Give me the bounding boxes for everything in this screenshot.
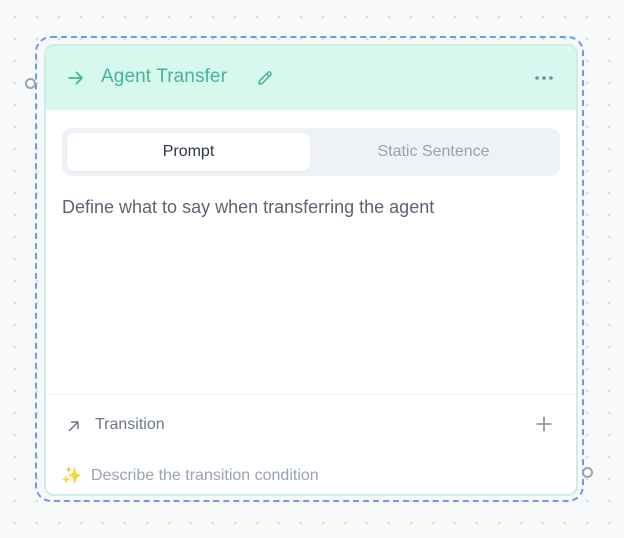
- node-header: Agent Transfer: [46, 46, 576, 110]
- agent-transfer-node[interactable]: Agent Transfer Prompt Static Sentence De…: [44, 44, 578, 496]
- sparkles-icon: ✨: [61, 466, 83, 485]
- arrow-right-icon: [68, 71, 83, 85]
- more-horizontal-icon[interactable]: [532, 68, 556, 88]
- plus-icon[interactable]: [534, 414, 554, 434]
- tab-static-sentence[interactable]: Static Sentence: [312, 133, 555, 171]
- section-divider: [46, 394, 576, 395]
- transition-label: Transition: [95, 416, 165, 433]
- prompt-textarea[interactable]: Define what to say when transferring the…: [62, 197, 434, 218]
- arrow-up-right-icon: [68, 421, 79, 432]
- transition-condition-input[interactable]: Describe the transition condition: [91, 467, 319, 485]
- pencil-icon[interactable]: [256, 69, 274, 87]
- node-title: Agent Transfer: [101, 66, 228, 87]
- mode-toggle: Prompt Static Sentence: [62, 128, 560, 176]
- connection-handle-output[interactable]: [582, 467, 593, 478]
- connection-handle-input[interactable]: [25, 78, 36, 89]
- tab-prompt[interactable]: Prompt: [67, 133, 310, 171]
